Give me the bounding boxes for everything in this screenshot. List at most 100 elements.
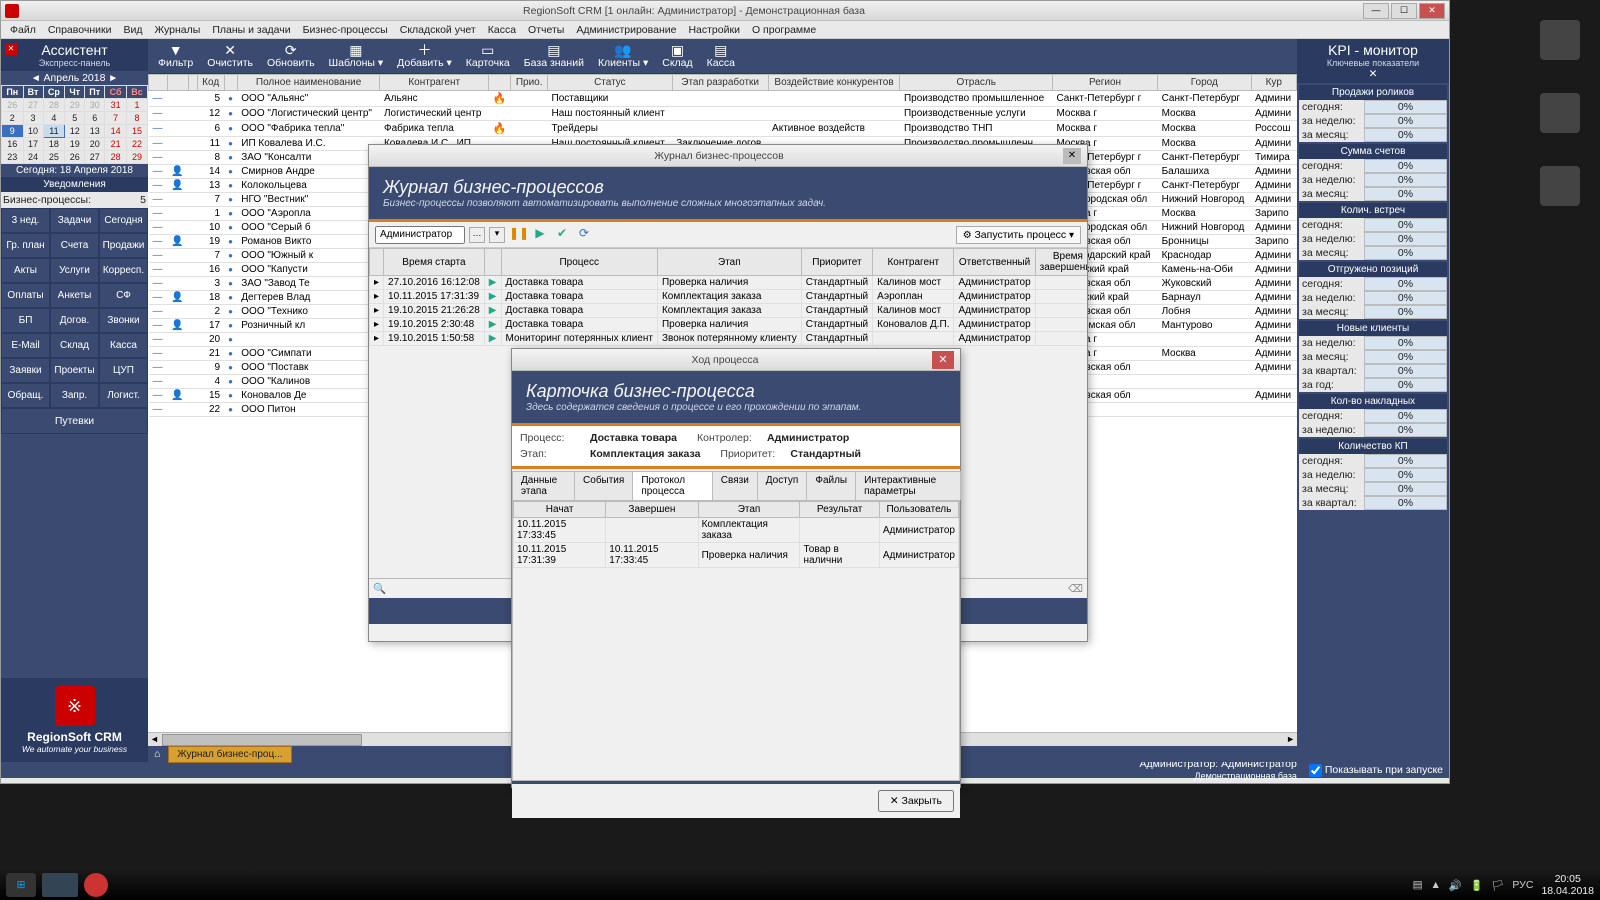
- panel-close-icon[interactable]: ✕: [5, 43, 17, 55]
- menu-item[interactable]: Справочники: [43, 22, 117, 38]
- menu-item[interactable]: Касса: [483, 22, 521, 38]
- quick-button[interactable]: Сегодня: [99, 208, 148, 233]
- tray-icon[interactable]: ▤: [1413, 879, 1423, 891]
- menu-item[interactable]: О программе: [747, 22, 821, 38]
- calendar-month[interactable]: ◄ Апрель 2018 ►: [1, 71, 148, 85]
- tray-lang[interactable]: РУС: [1512, 879, 1533, 891]
- quick-button[interactable]: Обращ.: [1, 383, 50, 408]
- quick-button[interactable]: БП: [1, 308, 50, 333]
- quick-button[interactable]: Гр. план: [1, 233, 50, 258]
- toolbar-button[interactable]: ▦Шаблоны ▾: [323, 41, 390, 71]
- toolbar-button[interactable]: 👥Клиенты ▾: [592, 41, 654, 71]
- quick-button[interactable]: E-Mail: [1, 333, 50, 358]
- toolbar-button[interactable]: ✕Очистить: [201, 41, 259, 71]
- menu-item[interactable]: Администрирование: [571, 22, 681, 38]
- quick-button[interactable]: Звонки: [99, 308, 148, 333]
- desktop-icon[interactable]: [1540, 166, 1580, 209]
- toolbar-button[interactable]: ▤База знаний: [518, 41, 590, 71]
- inner-tab[interactable]: Журнал бизнес-проц...: [168, 746, 291, 763]
- quick-button[interactable]: Продажи: [99, 233, 148, 258]
- clock[interactable]: 20:0518.04.2018: [1541, 873, 1594, 897]
- m2-close-button[interactable]: ✕ Закрыть: [878, 790, 954, 812]
- quick-button[interactable]: Проекты: [50, 358, 99, 383]
- notifications-header[interactable]: Уведомления: [1, 177, 148, 192]
- quick-button[interactable]: 3 нед.: [1, 208, 50, 233]
- menu-item[interactable]: Вид: [118, 22, 147, 38]
- quick-button[interactable]: Касса: [99, 333, 148, 358]
- m2-tab[interactable]: Протокол процесса: [632, 471, 712, 500]
- check-icon[interactable]: ✔: [553, 226, 571, 244]
- quick-button[interactable]: Анкеты: [50, 283, 99, 308]
- start-button[interactable]: ⊞: [6, 873, 36, 897]
- menu-item[interactable]: Отчеты: [523, 22, 569, 38]
- calendar[interactable]: ◄ Апрель 2018 ► ПнВтСрЧтПтСбВс2627282930…: [1, 71, 148, 177]
- bp-counter[interactable]: Бизнес-процессы:5: [1, 192, 148, 208]
- refresh-icon[interactable]: ⟳: [575, 226, 593, 244]
- quick-button[interactable]: Запр.: [50, 383, 99, 408]
- dropdown-icon[interactable]: ▾: [489, 227, 505, 243]
- menu-item[interactable]: Журналы: [149, 22, 205, 38]
- m2-tab[interactable]: События: [574, 471, 633, 500]
- home-icon[interactable]: ⌂: [154, 748, 160, 760]
- calendar-today[interactable]: Сегодня: 18 Апреля 2018: [1, 164, 148, 177]
- menu-item[interactable]: Бизнес-процессы: [298, 22, 393, 38]
- toolbar-button[interactable]: ⟳Обновить: [261, 41, 321, 71]
- quick-button[interactable]: Услуги: [50, 258, 99, 283]
- tray-icon[interactable]: 🔋: [1470, 879, 1483, 892]
- m1-user-input[interactable]: [375, 226, 465, 244]
- desktop-icon[interactable]: [1540, 20, 1580, 63]
- quick-button[interactable]: Оплаты: [1, 283, 50, 308]
- titlebar: RegionSoft CRM [1 онлайн: Администратор]…: [1, 1, 1449, 21]
- quick-button[interactable]: Акты: [1, 258, 50, 283]
- menu-item[interactable]: Планы и задачи: [207, 22, 295, 38]
- play-icon[interactable]: ▶: [531, 226, 549, 244]
- menu-item[interactable]: Складской учет: [395, 22, 481, 38]
- quick-button[interactable]: Счета: [50, 233, 99, 258]
- quick-button[interactable]: Задачи: [50, 208, 99, 233]
- pause-icon[interactable]: ❚❚: [509, 226, 527, 244]
- quick-button[interactable]: Логист.: [99, 383, 148, 408]
- tray-icon[interactable]: 🏳: [1491, 879, 1504, 892]
- kpi-close-icon[interactable]: ✕: [1300, 68, 1446, 80]
- quick-button[interactable]: СФ: [99, 283, 148, 308]
- m2-grid[interactable]: НачатЗавершенЭтапРезультатПользователь10…: [512, 501, 960, 781]
- m2-tab[interactable]: Интерактивные параметры: [855, 471, 961, 500]
- menu-item[interactable]: Файл: [5, 22, 41, 38]
- close-button[interactable]: ✕: [1419, 3, 1445, 19]
- menu-item[interactable]: Настройки: [683, 22, 745, 38]
- tray-icon[interactable]: 🔊: [1449, 879, 1462, 892]
- m2-tab[interactable]: Файлы: [806, 471, 856, 500]
- quick-button[interactable]: Склад: [50, 333, 99, 358]
- kpi-section-header: Кол-во накладных: [1299, 394, 1447, 409]
- maximize-button[interactable]: ☐: [1391, 3, 1417, 19]
- toolbar-button[interactable]: ▤Касса: [701, 41, 741, 71]
- toolbar-button[interactable]: ▼Фильтр: [152, 41, 199, 71]
- toolbar-button[interactable]: ▣Склад: [656, 41, 698, 71]
- minimize-button[interactable]: —: [1363, 3, 1389, 19]
- quick-button[interactable]: Заявки: [1, 358, 50, 383]
- desktop-icon[interactable]: [1540, 93, 1580, 136]
- picker-icon[interactable]: …: [469, 227, 485, 243]
- system-tray[interactable]: ▤ ▲ 🔊 🔋 🏳 РУС 20:0518.04.2018: [1413, 873, 1594, 897]
- m1-close-icon[interactable]: ✕: [1063, 148, 1081, 164]
- m2-close-icon[interactable]: ✕: [932, 351, 954, 369]
- m2-tab[interactable]: Связи: [712, 471, 758, 500]
- m2-tab[interactable]: Данные этапа: [512, 471, 575, 500]
- quick-button[interactable]: Корресп.: [99, 258, 148, 283]
- tray-icon[interactable]: ▲: [1431, 879, 1441, 891]
- clear-search-icon[interactable]: ⌫: [1068, 583, 1083, 595]
- show-on-start-checkbox[interactable]: Показывать при запуске: [1309, 764, 1443, 777]
- kpi-title: KPI - монитор: [1300, 42, 1446, 58]
- quick-button[interactable]: Догов.: [50, 308, 99, 333]
- taskbar-app[interactable]: [84, 873, 108, 897]
- toolbar-button[interactable]: ▭Карточка: [460, 41, 516, 71]
- quick-button[interactable]: ЦУП: [99, 358, 148, 383]
- toolbar-button[interactable]: ＋Добавить ▾: [391, 41, 458, 71]
- m1-toolbar: … ▾ ❚❚ ▶ ✔ ⟳ ⚙ Запустить процесс ▾: [369, 222, 1087, 248]
- quick-button-full[interactable]: Путевки: [1, 408, 148, 434]
- launch-process-button[interactable]: ⚙ Запустить процесс ▾: [956, 226, 1081, 244]
- kpi-section-header: Сумма счетов: [1299, 144, 1447, 159]
- kpi-section-header: Количество КП: [1299, 439, 1447, 454]
- m2-tab[interactable]: Доступ: [757, 471, 808, 500]
- taskbar-app[interactable]: [42, 873, 78, 897]
